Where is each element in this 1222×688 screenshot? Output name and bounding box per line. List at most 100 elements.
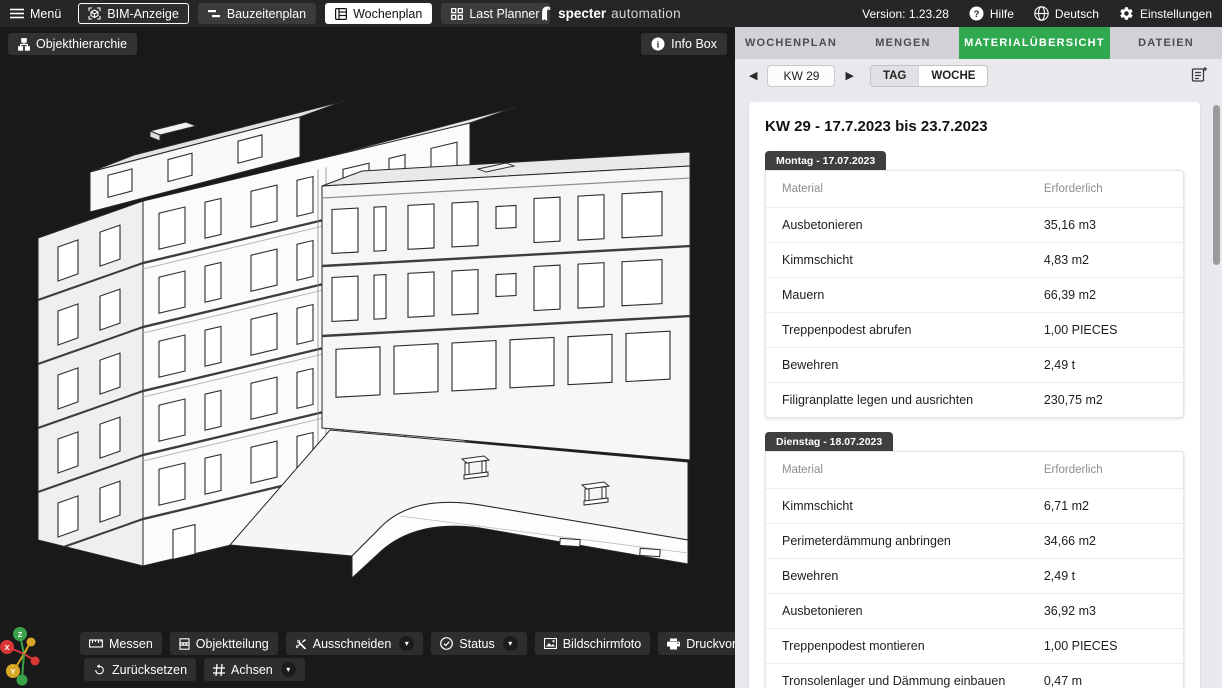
required-column-header: Erforderlich: [1044, 464, 1167, 476]
material-name: Kimmschicht: [782, 253, 1044, 267]
table-header-row: Material Erforderlich: [766, 171, 1183, 207]
svg-text:?: ?: [973, 9, 979, 20]
hierarchy-tree-icon: [18, 38, 30, 51]
hamburger-icon: [10, 8, 24, 19]
nav-bim-anzeige[interactable]: BIM-Anzeige: [78, 3, 189, 24]
tab-materialuebersicht[interactable]: MATERIALÜBERSICHT: [959, 27, 1110, 59]
woche-toggle[interactable]: WOCHE: [918, 66, 987, 86]
language-button[interactable]: Deutsch: [1034, 6, 1099, 21]
objekthierarchie-button[interactable]: Objekthierarchie: [8, 33, 137, 55]
orientation-gizmo[interactable]: Z X Y: [0, 626, 52, 688]
status-dropdown-icon[interactable]: ▾: [503, 636, 518, 651]
required-amount: 1,00 PIECES: [1044, 323, 1167, 337]
viewer-toolbar-row-2: Zurücksetzen Achsen ▾: [84, 658, 305, 681]
ausschneiden-button[interactable]: Ausschneiden ▾: [286, 632, 424, 655]
globe-icon: [1034, 6, 1049, 21]
weekplan-icon: [335, 8, 347, 20]
info-box-label: Info Box: [671, 37, 717, 51]
gantt-icon: [208, 9, 221, 19]
objektteilung-button[interactable]: Objektteilung: [170, 632, 278, 655]
material-name: Perimeterdämmung anbringen: [782, 534, 1044, 548]
day-section: Montag - 17.07.2023 Material Erforderlic…: [765, 151, 1184, 418]
viewer-toolbar-row-1: Messen Objektteilung Ausschneiden ▾ Stat…: [80, 632, 735, 655]
ausschneiden-dropdown-icon[interactable]: ▾: [399, 636, 414, 651]
panel-tabs: WOCHENPLAN MENGEN MATERIALÜBERSICHT DATE…: [735, 27, 1222, 59]
info-box-button[interactable]: i Info Box: [641, 33, 727, 55]
material-column-header: Material: [782, 464, 1044, 476]
material-name: Ausbetonieren: [782, 218, 1044, 232]
material-row: Bewehren 2,49 t: [766, 347, 1183, 382]
achsen-dropdown-icon[interactable]: ▾: [281, 662, 296, 677]
bim-model-3d-building[interactable]: [0, 27, 735, 688]
gizmo-x-label: X: [4, 643, 9, 652]
day-section: Dienstag - 18.07.2023 Material Erforderl…: [765, 432, 1184, 688]
required-amount: 1,00 PIECES: [1044, 639, 1167, 653]
gizmo-y-label: Y: [10, 667, 15, 676]
settings-button[interactable]: Einstellungen: [1119, 6, 1212, 21]
split-object-icon: [179, 638, 190, 650]
nav-wochenplan[interactable]: Wochenplan: [325, 3, 432, 24]
status-check-icon: [440, 637, 453, 650]
required-amount: 0,47 m: [1044, 674, 1167, 688]
week-chip[interactable]: KW 29: [767, 65, 835, 87]
gizmo-z-label: Z: [18, 630, 23, 639]
ruler-icon: [89, 639, 103, 648]
tab-dateien[interactable]: DATEIEN: [1110, 27, 1222, 59]
nav-wochenplan-label: Wochenplan: [353, 7, 422, 21]
material-name: Treppenpodest abrufen: [782, 323, 1044, 337]
bildschirmfoto-button[interactable]: Bildschirmfoto: [535, 632, 651, 655]
table-header-row: Material Erforderlich: [766, 452, 1183, 488]
grid-icon: [451, 8, 463, 20]
material-name: Filigranplatte legen und ausrichten: [782, 393, 1044, 407]
required-amount: 35,16 m3: [1044, 218, 1167, 232]
material-row: Filigranplatte legen und ausrichten 230,…: [766, 382, 1183, 417]
tag-toggle[interactable]: TAG: [871, 66, 918, 86]
tab-mengen[interactable]: MENGEN: [847, 27, 959, 59]
required-amount: 66,39 m2: [1044, 288, 1167, 302]
zuruecksetzen-button[interactable]: Zurücksetzen: [84, 658, 196, 681]
druckvorschau-button[interactable]: Druckvorschau ▾: [658, 632, 735, 655]
add-note-button[interactable]: [1189, 64, 1210, 88]
previous-week-button[interactable]: ◀: [747, 67, 759, 84]
material-row: Ausbetonieren 35,16 m3: [766, 207, 1183, 242]
week-controls: ◀ KW 29 ▶ TAG WOCHE: [735, 59, 1222, 92]
reset-rotate-icon: [93, 663, 106, 676]
material-row: Treppenpodest montieren 1,00 PIECES: [766, 628, 1183, 663]
version-label: Version: 1.23.28: [862, 7, 949, 21]
menu-label: Menü: [30, 7, 61, 21]
achsen-button[interactable]: Achsen ▾: [204, 658, 305, 681]
material-row: Mauern 66,39 m2: [766, 277, 1183, 312]
nav-bauzeitenplan[interactable]: Bauzeitenplan: [198, 3, 316, 24]
material-row: Tronsolenlager und Dämmung einbauen 0,47…: [766, 663, 1183, 688]
material-row: Ausbetonieren 36,92 m3: [766, 593, 1183, 628]
week-title: KW 29 - 17.7.2023 bis 23.7.2023: [765, 118, 1184, 135]
required-amount: 36,92 m3: [1044, 604, 1167, 618]
info-icon: i: [651, 37, 665, 51]
material-row: Kimmschicht 6,71 m2: [766, 488, 1183, 523]
material-name: Treppenpodest montieren: [782, 639, 1044, 653]
gear-icon: [1119, 6, 1134, 21]
material-row: Kimmschicht 4,83 m2: [766, 242, 1183, 277]
specter-logo: specter automation: [541, 0, 681, 27]
messen-button[interactable]: Messen: [80, 632, 162, 655]
logo-brand-light: automation: [611, 6, 681, 21]
scrollbar-thumb[interactable]: [1213, 105, 1220, 265]
material-name: Bewehren: [782, 569, 1044, 583]
material-table: Material Erforderlich Ausbetonieren 35,1…: [765, 170, 1184, 418]
required-amount: 2,49 t: [1044, 569, 1167, 583]
printer-icon: [667, 638, 680, 650]
nav-last-planner[interactable]: Last Planner: [441, 3, 549, 24]
day-week-toggle: TAG WOCHE: [870, 65, 989, 87]
next-week-button[interactable]: ▶: [843, 67, 855, 84]
bim-viewport[interactable]: Objekthierarchie i Info Box: [0, 27, 735, 688]
material-overview-content: KW 29 - 17.7.2023 bis 23.7.2023 Montag -…: [735, 92, 1222, 688]
tab-wochenplan[interactable]: WOCHENPLAN: [735, 27, 847, 59]
material-table: Material Erforderlich Kimmschicht 6,71 m…: [765, 451, 1184, 688]
panel-scrollbar[interactable]: [1212, 75, 1221, 688]
required-amount: 230,75 m2: [1044, 393, 1167, 407]
status-button[interactable]: Status ▾: [431, 632, 526, 655]
menu-button[interactable]: Menü: [10, 7, 61, 21]
material-name: Tronsolenlager und Dämmung einbauen: [782, 674, 1044, 688]
material-name: Mauern: [782, 288, 1044, 302]
help-button[interactable]: ? Hilfe: [969, 6, 1014, 21]
